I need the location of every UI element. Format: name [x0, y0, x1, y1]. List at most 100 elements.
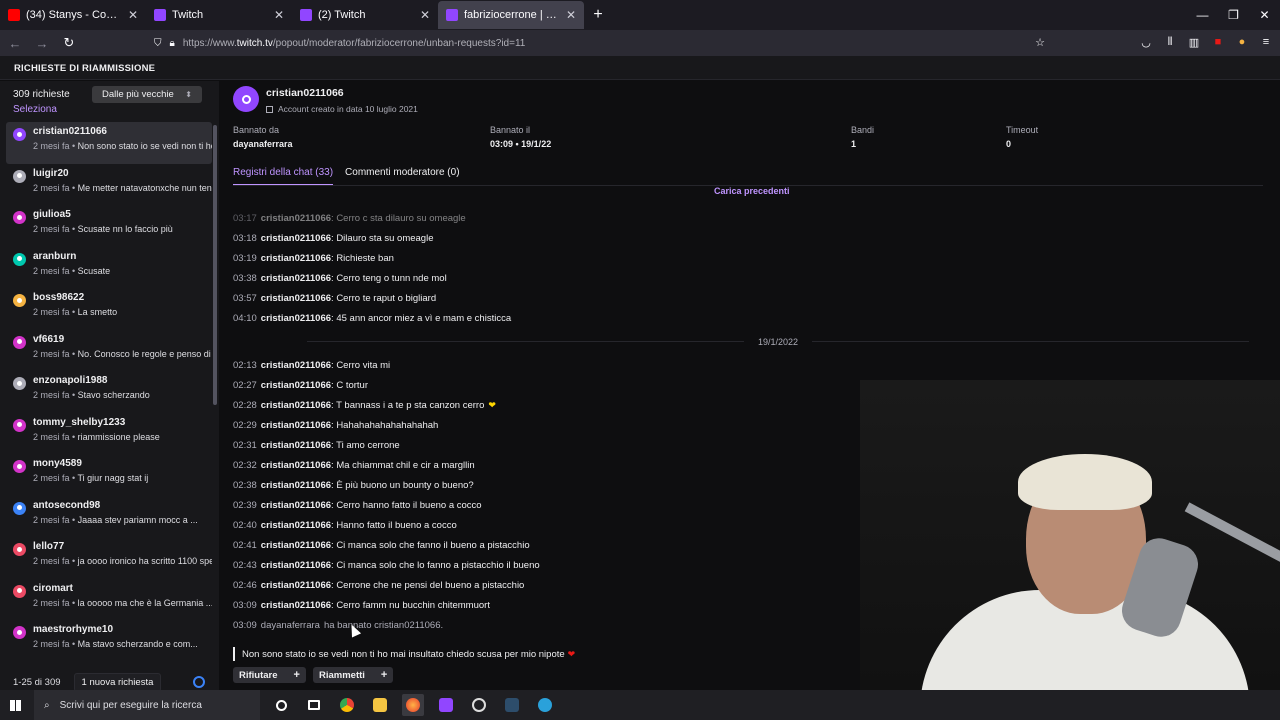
- yellow-heart-icon: ❤: [488, 399, 496, 410]
- request-item[interactable]: antosecond98 2 mesi fa • Jaaaa stev pari…: [6, 496, 212, 538]
- forward-icon[interactable]: →: [30, 32, 54, 54]
- browser-tab-3[interactable]: (2) Twitch ✕: [292, 0, 438, 30]
- reject-button[interactable]: Rifiutare +: [233, 667, 306, 683]
- detail-username[interactable]: cristian0211066: [266, 87, 344, 99]
- moderator-name[interactable]: dayanaferrara: [261, 620, 320, 631]
- chrome-icon[interactable]: [336, 694, 358, 716]
- restore-icon[interactable]: ❐: [1218, 0, 1249, 30]
- extension-icon[interactable]: ●: [1234, 33, 1250, 51]
- chat-username[interactable]: cristian0211066: [261, 500, 331, 511]
- twitch-app-icon[interactable]: [435, 694, 457, 716]
- browser-tab-4-active[interactable]: fabriziocerrone | Richieste di riammissi…: [438, 1, 584, 29]
- url-bar[interactable]: ⛉ 🔒︎ https://www.twitch.tv/popout/modera…: [154, 32, 1054, 54]
- menu-icon[interactable]: ≡: [1258, 33, 1274, 51]
- reload-icon[interactable]: ↻: [57, 32, 81, 54]
- chat-username[interactable]: cristian0211066: [261, 520, 331, 531]
- close-icon[interactable]: ✕: [566, 8, 576, 22]
- chat-username[interactable]: cristian0211066: [261, 560, 331, 571]
- obs-icon[interactable]: [468, 694, 490, 716]
- lock-icon[interactable]: 🔒︎: [170, 38, 175, 49]
- request-item[interactable]: maestrorhyme10 2 mesi fa • Ma stavo sche…: [6, 620, 212, 662]
- chat-username[interactable]: cristian0211066: [261, 213, 331, 224]
- chat-username[interactable]: cristian0211066: [261, 380, 331, 391]
- tab-mod-comments[interactable]: Commenti moderatore (0): [345, 167, 459, 186]
- refresh-icon[interactable]: [193, 676, 205, 688]
- chat-username[interactable]: cristian0211066: [261, 580, 331, 591]
- file-explorer-icon[interactable]: [369, 694, 391, 716]
- chat-username[interactable]: cristian0211066: [261, 540, 331, 551]
- request-count: 309 richieste: [13, 89, 70, 100]
- chat-username[interactable]: cristian0211066: [261, 253, 331, 264]
- chat-line: 03:18 cristian0211066: Dilauro sta su ome…: [233, 228, 1263, 248]
- sidebar-icon[interactable]: ▥: [1186, 33, 1202, 51]
- request-item[interactable]: enzonapoli1988 2 mesi fa • Stavo scherza…: [6, 371, 212, 413]
- request-item[interactable]: ciromart 2 mesi fa • la ooooo ma che è l…: [6, 579, 212, 621]
- chat-username[interactable]: cristian0211066: [261, 293, 331, 304]
- request-item[interactable]: lello77 2 mesi fa • ja oooo ironico ha s…: [6, 537, 212, 579]
- cortana-icon[interactable]: [270, 694, 292, 716]
- tab-chat-logs[interactable]: Registri della chat (33): [233, 167, 334, 186]
- chat-username[interactable]: cristian0211066: [261, 233, 331, 244]
- task-view-icon[interactable]: [303, 694, 325, 716]
- url-text: https://www.twitch.tv/popout/moderator/f…: [182, 37, 526, 49]
- shield-icon[interactable]: ⛉: [154, 38, 162, 49]
- close-icon[interactable]: ✕: [274, 8, 284, 22]
- pocket-icon[interactable]: ◡: [1138, 33, 1154, 51]
- chat-username[interactable]: cristian0211066: [261, 360, 331, 371]
- request-item[interactable]: cristian0211066 2 mesi fa • Non sono sta…: [6, 122, 212, 164]
- extension-icon[interactable]: ■: [1210, 33, 1226, 51]
- taskbar-search[interactable]: ⌕ Scrivi qui per eseguire la ricerca: [34, 690, 260, 720]
- chat-timestamp: 03:57: [233, 292, 257, 304]
- browser-tab-2[interactable]: Twitch ✕: [146, 0, 292, 30]
- back-icon[interactable]: ←: [3, 32, 27, 54]
- chat-username[interactable]: cristian0211066: [261, 480, 331, 491]
- start-button[interactable]: [0, 699, 30, 711]
- request-username: antosecond98: [33, 499, 101, 511]
- close-window-icon[interactable]: ✕: [1249, 0, 1280, 30]
- new-request-button[interactable]: 1 nuova richiesta: [73, 672, 162, 692]
- stat-bans: Bandi 1: [851, 125, 874, 149]
- browser-tab-1[interactable]: (34) Stanys - Comm Foss Nient ✕: [0, 0, 146, 30]
- window-controls: — ❐ ✕: [1187, 0, 1280, 30]
- chat-username[interactable]: cristian0211066: [261, 600, 331, 611]
- plus-icon[interactable]: +: [381, 669, 387, 681]
- toolbar-icons: ☆ ◡ ⫴ ▥ ■ ● ≡: [1032, 33, 1274, 51]
- chat-timestamp: 03:18: [233, 232, 257, 244]
- chat-text: : Cerro c sta dilauro su omeagle: [331, 212, 466, 224]
- plus-icon[interactable]: +: [294, 669, 300, 681]
- request-meta: 2 mesi fa • No. Conosco le regole e pens…: [33, 348, 211, 359]
- chat-timestamp: 03:09: [233, 619, 257, 631]
- request-item[interactable]: boss98622 2 mesi fa • La smetto: [6, 288, 212, 330]
- chat-line: 03:38 cristian0211066: Cerro teng o tunn …: [233, 268, 1263, 288]
- chat-text: : Hahahahahahahahahah: [331, 419, 439, 431]
- firefox-icon[interactable]: [402, 694, 424, 716]
- bookmark-star-icon[interactable]: ☆: [1032, 33, 1048, 51]
- chat-username[interactable]: cristian0211066: [261, 460, 331, 471]
- sort-dropdown[interactable]: Dalle più vecchie ⬍: [92, 86, 202, 103]
- library-icon[interactable]: ⫴: [1162, 33, 1178, 51]
- appeal-message: Non sono stato io se vedi non ti ho mai …: [233, 647, 575, 661]
- close-icon[interactable]: ✕: [128, 8, 138, 22]
- load-previous-button[interactable]: Carica precedenti: [714, 186, 790, 196]
- chat-username[interactable]: cristian0211066: [261, 420, 331, 431]
- request-username: lello77: [33, 541, 65, 552]
- request-item[interactable]: giulioa5 2 mesi fa • Scusate nn lo facci…: [6, 205, 212, 247]
- select-link[interactable]: Seleziona: [13, 104, 57, 115]
- chat-username[interactable]: cristian0211066: [261, 313, 331, 324]
- minimize-icon[interactable]: —: [1187, 0, 1218, 30]
- chat-username[interactable]: cristian0211066: [261, 440, 331, 451]
- request-item[interactable]: mony4589 2 mesi fa • Ti giur nagg stat i…: [6, 454, 212, 496]
- appeal-text: Non sono stato io se vedi non ti ho mai …: [242, 648, 565, 660]
- request-item[interactable]: luigir20 2 mesi fa • Me metter natavaton…: [6, 164, 212, 206]
- terminal-icon[interactable]: [501, 694, 523, 716]
- request-item[interactable]: tommy_shelby1233 2 mesi fa • riammission…: [6, 413, 212, 455]
- close-icon[interactable]: ✕: [420, 8, 430, 22]
- chat-username[interactable]: cristian0211066: [261, 400, 331, 411]
- new-tab-button[interactable]: +: [584, 0, 612, 30]
- request-item[interactable]: aranburn 2 mesi fa • Scusate: [6, 247, 212, 289]
- telegram-icon[interactable]: [534, 694, 556, 716]
- unban-button[interactable]: Riammetti +: [312, 667, 394, 683]
- request-item[interactable]: vf6619 2 mesi fa • No. Conosco le regole…: [6, 330, 212, 372]
- sidebar-scrollbar[interactable]: [213, 125, 217, 405]
- chat-username[interactable]: cristian0211066: [261, 273, 331, 284]
